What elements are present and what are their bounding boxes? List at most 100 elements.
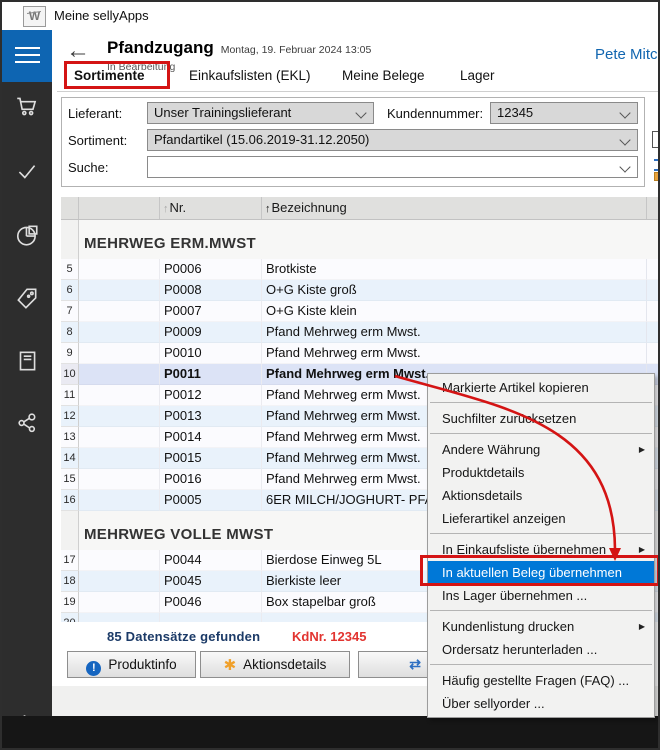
menu-item-label: In aktuellen Beleg übernehmen: [442, 565, 622, 580]
cell-extra: [647, 301, 660, 322]
table-row[interactable]: 6P0008O+G Kiste groß: [61, 280, 660, 301]
filter-list-icon[interactable]: [654, 159, 660, 171]
menu-item[interactable]: Aktionsdetails: [428, 484, 654, 507]
cell-bezeichnung: Brotkiste: [262, 259, 647, 280]
app-title: Meine sellyApps: [54, 8, 149, 23]
share-icon[interactable]: [14, 410, 40, 436]
pie-chart-icon[interactable]: [14, 222, 40, 248]
cell-rownum: 12: [61, 406, 79, 427]
cell-rownum: 20: [61, 613, 79, 622]
cell-nr: P0012: [160, 385, 262, 406]
cell-nr: [160, 613, 262, 622]
menu-item[interactable]: Ins Lager übernehmen ...: [428, 584, 654, 607]
cell-nr: P0045: [160, 571, 262, 592]
tab-meine-belege[interactable]: Meine Belege: [342, 68, 425, 83]
check-icon[interactable]: [14, 158, 40, 184]
cell-empty: [79, 280, 160, 301]
menu-separator: [430, 402, 652, 403]
table-row[interactable]: 7P0007O+G Kiste klein: [61, 301, 660, 322]
sortiment-label: Sortiment:: [68, 133, 127, 148]
menu-item-label: Lieferartikel anzeigen: [442, 511, 566, 526]
filter-clear-icon[interactable]: [654, 172, 660, 181]
sortiment-select[interactable]: Pfandartikel (15.06.2019-31.12.2050): [147, 129, 638, 151]
produktinfo-button[interactable]: !Produktinfo: [67, 651, 196, 678]
table-header-row: ↑Nr. ↑Bezeichnung: [61, 197, 660, 220]
col-extra-header[interactable]: [647, 197, 660, 219]
lieferant-select[interactable]: Unser Trainingslieferant: [147, 102, 374, 124]
suche-combobox[interactable]: [147, 156, 638, 178]
kundennummer-select[interactable]: 12345: [490, 102, 638, 124]
app-window: W Meine sellyApps ⚙ ← PfandzugangMontag,…: [0, 0, 660, 750]
submenu-arrow-icon: ▶: [639, 615, 645, 638]
cell-rownum: 16: [61, 490, 79, 511]
cell-rownum: 17: [61, 550, 79, 571]
menu-separator: [430, 610, 652, 611]
submenu-arrow-icon: ▶: [639, 538, 645, 561]
cell-rownum: 19: [61, 592, 79, 613]
cell-empty: [79, 301, 160, 322]
menu-item[interactable]: Ordersatz herunterladen ...: [428, 638, 654, 661]
suche-label: Suche:: [68, 160, 108, 175]
record-count: 85 Datensätze gefunden: [107, 629, 260, 644]
tab-lager[interactable]: Lager: [460, 68, 495, 83]
sync-icon: ⇄: [409, 656, 421, 672]
cell-rownum: 18: [61, 571, 79, 592]
menu-item[interactable]: In aktuellen Beleg übernehmen: [428, 561, 654, 584]
menu-item-label: Suchfilter zurücksetzen: [442, 411, 576, 426]
page-datetime: Montag, 19. Februar 2024 13:05: [221, 44, 372, 56]
col-empty-header[interactable]: [79, 197, 160, 219]
cell-rownum: 11: [61, 385, 79, 406]
tab-divider: [57, 91, 660, 92]
submenu-arrow-icon: ▶: [639, 438, 645, 461]
cell-nr: P0015: [160, 448, 262, 469]
cell-empty: [79, 385, 160, 406]
cell-nr: P0007: [160, 301, 262, 322]
menu-item-label: Produktdetails: [442, 465, 524, 480]
hamburger-menu-icon[interactable]: [2, 30, 52, 82]
cell-empty: [79, 490, 160, 511]
tab-einkaufslisten[interactable]: Einkaufslisten (EKL): [189, 68, 311, 83]
cart-icon[interactable]: [14, 93, 40, 119]
col-rownum-header[interactable]: [61, 197, 79, 219]
cell-nr: P0013: [160, 406, 262, 427]
cell-nr: P0016: [160, 469, 262, 490]
tab-sortimente[interactable]: Sortimente: [74, 68, 145, 83]
menu-item-label: Ordersatz herunterladen ...: [442, 642, 597, 657]
menu-item[interactable]: Produktdetails: [428, 461, 654, 484]
group-rownum-cell: [61, 220, 79, 259]
tag-icon[interactable]: [14, 286, 40, 312]
group-rownum-cell: [61, 511, 79, 550]
menu-item[interactable]: Suchfilter zurücksetzen: [428, 407, 654, 430]
cell-nr: P0005: [160, 490, 262, 511]
menu-item[interactable]: Andere Währung▶: [428, 438, 654, 461]
menu-item[interactable]: Kundenlistung drucken▶: [428, 615, 654, 638]
aktionsdetails-button[interactable]: ✱Aktionsdetails: [200, 651, 350, 678]
cell-rownum: 14: [61, 448, 79, 469]
table-row[interactable]: 9P0010Pfand Mehrweg erm Mwst.: [61, 343, 660, 364]
table-row[interactable]: 5P0006Brotkiste: [61, 259, 660, 280]
cell-rownum: 9: [61, 343, 79, 364]
cell-nr: P0014: [160, 427, 262, 448]
cell-rownum: 8: [61, 322, 79, 343]
chevron-down-icon: [355, 107, 366, 118]
sort-asc-icon: ↑: [265, 203, 271, 215]
cell-rownum: 5: [61, 259, 79, 280]
chevron-down-icon: [619, 161, 630, 172]
cell-extra: [647, 280, 660, 301]
sun-icon: ✱: [224, 657, 237, 674]
table-row[interactable]: 8P0009Pfand Mehrweg erm Mwst.: [61, 322, 660, 343]
cell-empty: [79, 571, 160, 592]
cell-rownum: 15: [61, 469, 79, 490]
menu-item[interactable]: Häufig gestellte Fragen (FAQ) ...: [428, 669, 654, 692]
kdnr-label: KdNr. 12345: [292, 629, 366, 644]
menu-item[interactable]: Über sellyorder ...: [428, 692, 654, 715]
book-icon[interactable]: [14, 348, 40, 374]
col-nr-header[interactable]: ↑Nr.: [160, 197, 262, 219]
menu-item[interactable]: In Einkaufsliste übernehmen▶: [428, 538, 654, 561]
menu-item[interactable]: Lieferartikel anzeigen: [428, 507, 654, 530]
menu-item[interactable]: Markierte Artikel kopieren: [428, 376, 654, 399]
group-header-row: MEHRWEG ERM.MWST: [61, 220, 660, 259]
menu-item-label: Über sellyorder ...: [442, 696, 545, 711]
col-bezeichnung-header[interactable]: ↑Bezeichnung: [262, 197, 647, 219]
filter-checkbox[interactable]: [652, 131, 660, 148]
